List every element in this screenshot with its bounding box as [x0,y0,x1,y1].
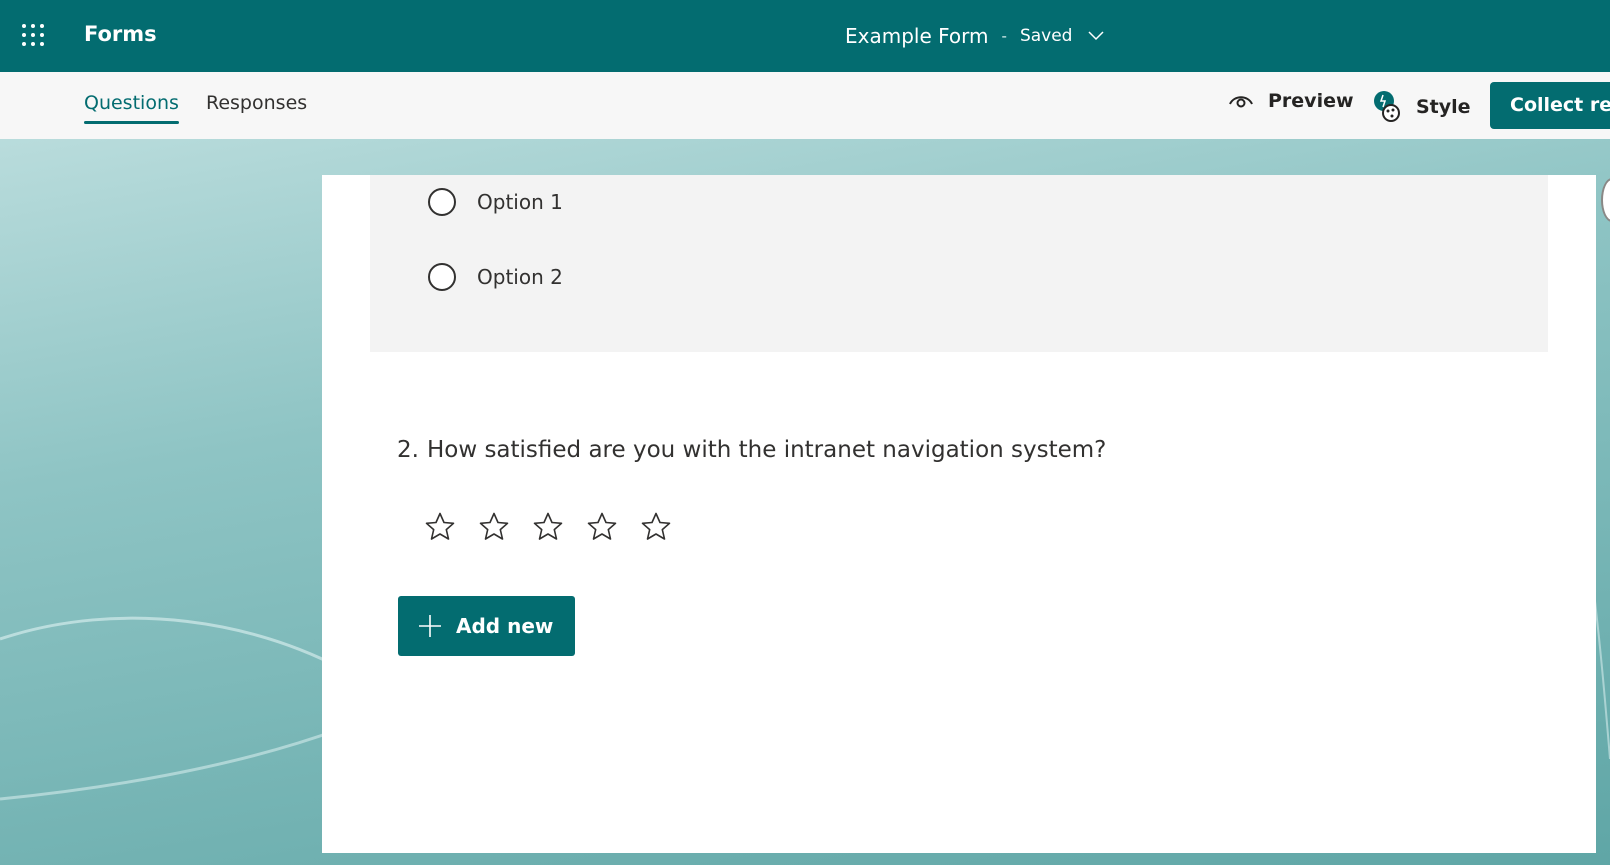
app-header: Forms Example Form - Saved [0,0,1610,72]
star-icon[interactable] [478,511,510,543]
rating-stars [424,511,694,543]
star-icon[interactable] [586,511,618,543]
radio-button[interactable] [428,188,456,216]
choice-option[interactable]: Option 1 [428,188,563,216]
app-name[interactable]: Forms [84,22,157,46]
star-icon[interactable] [424,511,456,543]
add-new-button[interactable]: Add new [398,596,575,656]
star-icon[interactable] [532,511,564,543]
question-number: 2. [397,437,419,463]
radio-button[interactable] [428,263,456,291]
tab-questions[interactable]: Questions [84,92,179,124]
form-title-menu[interactable]: Example Form - Saved [845,24,1104,48]
style-button[interactable]: Style [1372,90,1471,124]
save-status: Saved [1019,26,1073,46]
tab-responses[interactable]: Responses [206,92,307,114]
collect-responses-button[interactable]: Collect responses [1490,82,1610,129]
star-icon[interactable] [640,511,672,543]
form-title: Example Form [845,24,989,48]
form-canvas: Option 1 Option 2 2. How satisfied are yo… [322,175,1596,853]
chevron-down-icon [1088,31,1104,41]
question-text: How satisfied are you with the intranet … [426,437,1107,463]
choice-option[interactable]: Option 2 [428,263,563,291]
preview-label: Preview [1268,90,1354,112]
style-label: Style [1416,96,1471,118]
option-label: Option 2 [477,265,563,289]
option-label: Option 1 [477,190,563,214]
question-2-title[interactable]: 2. How satisfied are you with the intrane… [397,437,1106,463]
question-1-options: Option 1 Option 2 [370,175,1548,352]
preview-button[interactable]: Preview [1228,90,1354,112]
add-new-label: Add new [456,614,554,638]
eye-icon [1229,96,1253,108]
command-bar: Questions Responses Preview Style Collec… [0,72,1610,139]
plus-icon [419,615,441,637]
title-separator: - [1001,27,1007,45]
palette-icon [1374,91,1400,122]
waffle-icon[interactable] [22,24,48,50]
